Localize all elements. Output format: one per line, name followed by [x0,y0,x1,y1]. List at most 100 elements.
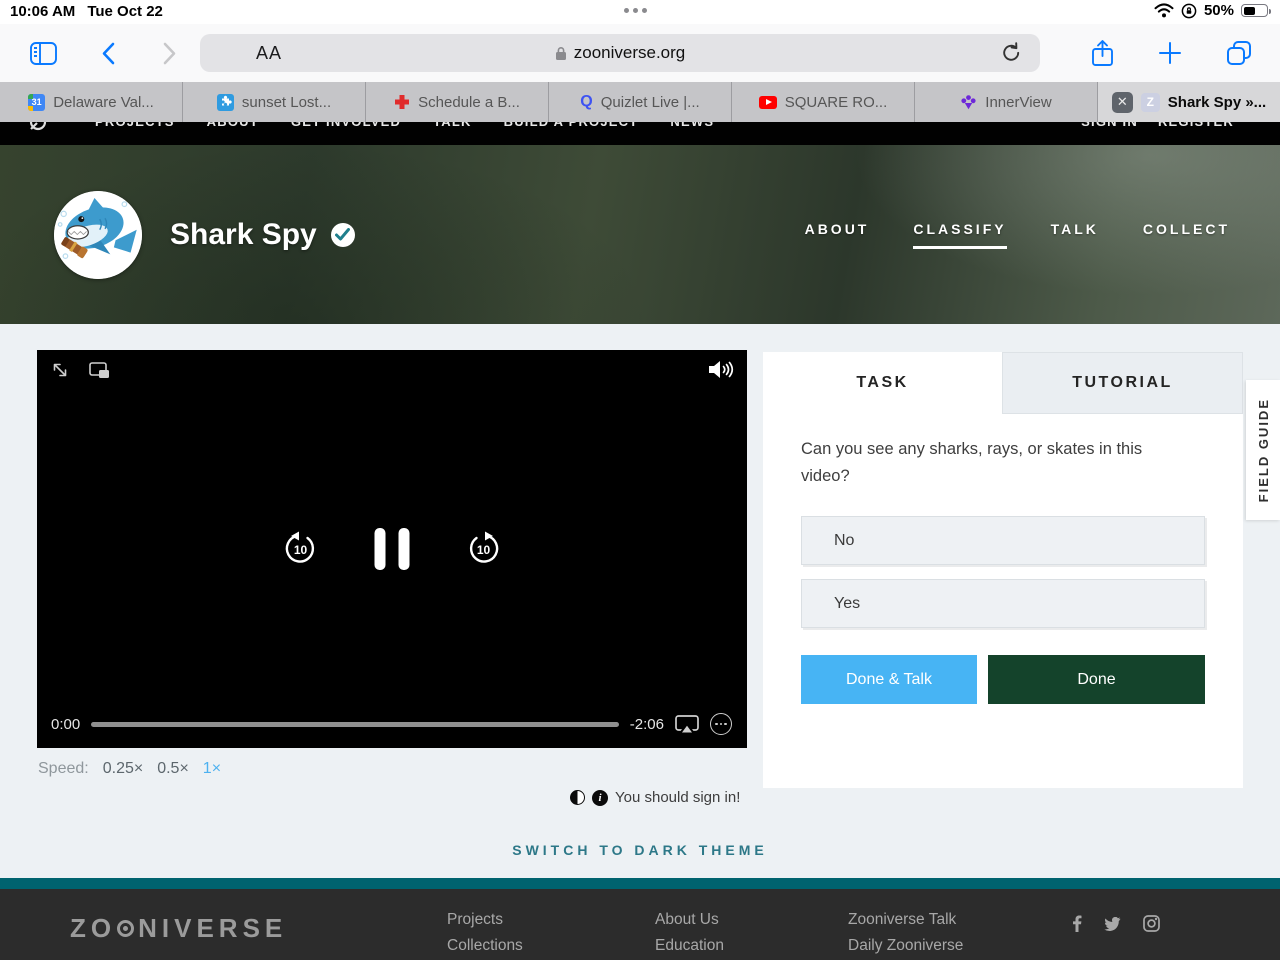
speed-05[interactable]: 0.5× [157,760,189,778]
battery-percent: 50% [1203,2,1234,19]
close-tab-button[interactable]: ✕ [1111,91,1133,113]
pause-button[interactable] [374,528,410,570]
site-nav-about[interactable]: ABOUT [207,122,259,129]
info-icon[interactable]: i [592,789,608,806]
tab-square-ro[interactable]: SQUARE RO... [732,82,915,122]
project-nav: ABOUT CLASSIFY TALK COLLECT [805,221,1230,249]
tab-delaware-valley[interactable]: 31 Delaware Val... [0,82,183,122]
register-link[interactable]: REGISTER [1158,122,1234,129]
footer-col-about: About Us Education [655,911,724,955]
verified-badge-icon [330,222,355,247]
tab-title: Schedule a B... [418,93,520,111]
site-nav-news[interactable]: NEWS [670,122,714,129]
skip-forward-10-button[interactable]: 10 [466,531,502,567]
zooniverse-site-nav: PROJECTS ABOUT GET INVOLVED TALK BUILD A… [0,122,1280,145]
fullscreen-icon[interactable] [51,361,69,379]
project-avatar [54,190,142,279]
speed-025[interactable]: 0.25× [103,760,143,778]
video-player[interactable]: 10 10 0:00 -2:06 [37,350,747,748]
project-nav-classify[interactable]: CLASSIFY [913,221,1007,249]
site-nav-projects[interactable]: PROJECTS [95,122,175,129]
tab-innerview[interactable]: InnerView [915,82,1098,122]
volume-icon[interactable] [708,359,734,380]
done-and-talk-button[interactable]: Done & Talk [801,655,977,704]
footer-link-about-us[interactable]: About Us [655,911,724,929]
address-bar[interactable]: AA zooniverse.org [200,34,1040,72]
twitter-icon[interactable] [1104,916,1121,931]
share-button[interactable] [1088,24,1116,82]
project-nav-talk[interactable]: TALK [1051,221,1099,249]
tab-sunset-lost[interactable]: sunset Lost... [183,82,366,122]
site-footer: ZO NIVERSE Projects Collections About Us … [0,889,1280,960]
sidebar-toggle-button[interactable] [28,24,58,82]
tab-title: Delaware Val... [53,93,154,111]
facebook-icon[interactable] [1072,915,1082,932]
switch-theme-link[interactable]: SWITCH TO DARK THEME [0,842,1280,858]
tab-schedule[interactable]: Schedule a B... [366,82,549,122]
innerview-icon [960,94,977,111]
field-guide-tab[interactable]: FIELD GUIDE [1246,380,1280,520]
signin-hint-text: You should sign in! [615,789,741,806]
footer-link-collections[interactable]: Collections [447,937,523,955]
field-guide-label: FIELD GUIDE [1255,397,1271,503]
footer-col-talk: Zooniverse Talk Daily Zooniverse [848,911,963,955]
reader-options-button[interactable]: AA [256,43,282,64]
footer-link-daily-zooniverse[interactable]: Daily Zooniverse [848,937,963,955]
tab-task[interactable]: TASK [763,352,1002,414]
site-nav-build[interactable]: BUILD A PROJECT [504,122,639,129]
wifi-icon [1154,3,1174,18]
lock-icon [555,46,567,61]
project-nav-collect[interactable]: COLLECT [1143,221,1230,249]
speed-label: Speed: [38,760,89,777]
tab-title: Shark Spy »... [1167,93,1267,111]
picture-in-picture-icon[interactable] [89,361,110,379]
reload-button[interactable] [1001,42,1022,65]
seek-bar[interactable] [91,721,619,727]
youtube-icon [758,95,777,109]
more-options-icon[interactable] [710,713,732,735]
site-nav-get-involved[interactable]: GET INVOLVED [291,122,401,129]
tab-quizlet[interactable]: Q Quizlet Live |... [549,82,732,122]
google-calendar-icon: 31 [28,93,46,111]
footer-link-projects[interactable]: Projects [447,911,523,929]
status-date: Tue Oct 22 [87,3,163,20]
task-question: Can you see any sharks, rays, or skates … [801,440,1143,485]
url-text: zooniverse.org [573,43,686,62]
skip-back-10-button[interactable]: 10 [283,531,319,567]
logo-o-icon [117,920,135,937]
contrast-theme-icon[interactable] [570,790,585,805]
zooniverse-logo-icon [28,122,48,132]
airplay-icon[interactable] [675,714,699,734]
back-button[interactable] [96,24,120,82]
svg-text:10: 10 [477,543,491,557]
tab-shark-spy-active[interactable]: ✕ Z Shark Spy »... [1098,82,1280,122]
site-nav-talk[interactable]: TALK [433,122,472,129]
sign-in-link[interactable]: SIGN IN [1081,122,1138,129]
status-bar: 10:06 AM Tue Oct 22 50% [0,0,1280,24]
teal-divider [0,878,1280,889]
answer-yes-button[interactable]: Yes [801,579,1205,628]
new-tab-button[interactable] [1156,24,1184,82]
tab-tutorial[interactable]: TUTORIAL [1002,352,1243,414]
orientation-lock-icon [1181,3,1197,19]
project-banner: Shark Spy ABOUT CLASSIFY TALK COLLECT [0,145,1280,324]
footer-link-education[interactable]: Education [655,937,724,955]
forward-button[interactable] [158,24,182,82]
project-nav-about[interactable]: ABOUT [805,221,870,249]
battery-icon [1241,4,1271,17]
answer-no-button[interactable]: No [801,516,1205,565]
remaining-time: -2:06 [629,715,664,733]
instagram-icon[interactable] [1143,915,1160,932]
current-time: 0:00 [51,715,81,733]
tab-bar: 31 Delaware Val... sunset Lost... Schedu… [0,82,1280,122]
ipad-screen: 10:06 AM Tue Oct 22 50% AA zooniverse.or… [0,0,1280,960]
tabs-overview-button[interactable] [1224,24,1254,82]
done-button[interactable]: Done [988,655,1205,704]
footer-col-projects: Projects Collections [447,911,523,955]
zooniverse-footer-logo: ZO NIVERSE [70,913,288,943]
safari-toolbar: AA zooniverse.org [0,24,1280,82]
project-title: Shark Spy [170,217,317,251]
multitask-dots-icon [624,8,647,13]
footer-link-zooniverse-talk[interactable]: Zooniverse Talk [848,911,963,929]
speed-1[interactable]: 1× [203,760,221,778]
